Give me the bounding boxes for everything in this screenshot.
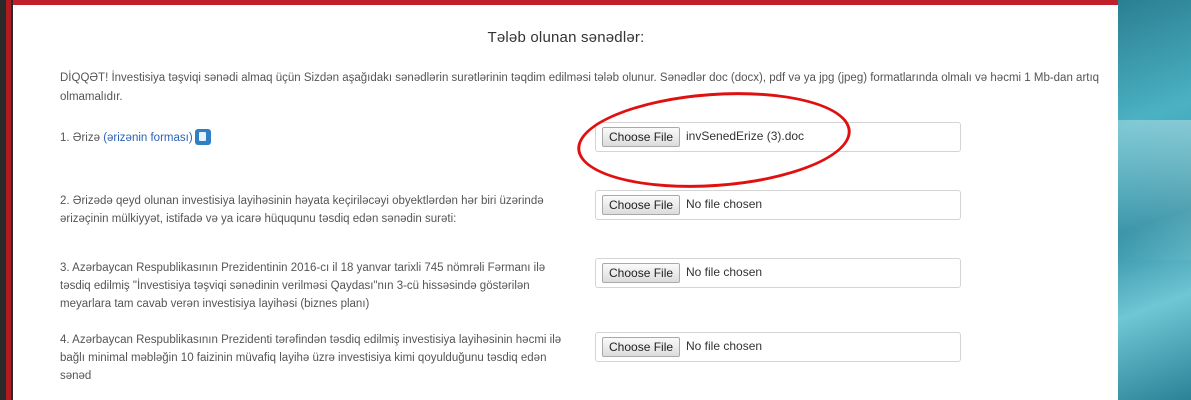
- notice-text: DİQQƏT! İnvestisiya təşviqi sənədi almaq…: [60, 72, 1100, 103]
- document-3-label: 3. Azərbaycan Respublikasının Prezidenti…: [60, 262, 546, 310]
- choose-file-button-4[interactable]: Choose File: [602, 337, 681, 357]
- document-3-file-name: No file chosen: [686, 265, 763, 279]
- document-1-label: 1. Ərizə: [60, 132, 100, 144]
- document-3-file-field: Choose File No file chosen: [595, 258, 961, 288]
- form-content: Tələb olunan sənədlər: DİQQƏT! İnvestisi…: [14, 5, 1118, 400]
- left-red-border: [6, 0, 11, 400]
- document-4-label: 4. Azərbaycan Respublikasının Prezidenti…: [60, 334, 562, 382]
- document-2-label: 2. Ərizədə qeyd olunan investisiya layih…: [60, 195, 544, 225]
- desktop-background-panel: [1118, 0, 1191, 400]
- document-4-file-name: No file chosen: [686, 339, 763, 353]
- document-1-label-row: 1. Ərizə (ərizənin forması): [60, 128, 570, 147]
- choose-file-button-2[interactable]: Choose File: [602, 195, 681, 215]
- document-2-file-name: No file chosen: [686, 197, 763, 211]
- application-form-link[interactable]: (ərizənin forması): [103, 132, 192, 144]
- choose-file-button-1[interactable]: Choose File: [602, 127, 681, 147]
- document-2-file-field: Choose File No file chosen: [595, 190, 961, 220]
- choose-file-button-3[interactable]: Choose File: [602, 263, 681, 283]
- document-1-file-name: invSenedErize (3).doc: [686, 129, 805, 143]
- document-icon[interactable]: [194, 128, 211, 145]
- page-title: Tələb olunan sənədlər:: [487, 29, 645, 46]
- document-1-file-field: Choose File invSenedErize (3).doc: [595, 122, 961, 152]
- document-4-file-field: Choose File No file chosen: [595, 332, 961, 362]
